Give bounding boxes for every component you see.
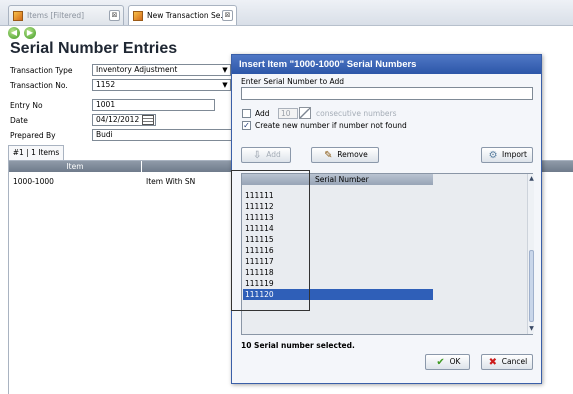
entry-no-label: Entry No (10, 101, 43, 110)
transaction-type-select[interactable]: Inventory Adjustment ▼ (92, 64, 231, 76)
transaction-icon (133, 10, 143, 21)
consecutive-label: consecutive numbers (316, 109, 397, 118)
remove-button-label: Remove (337, 150, 368, 159)
enter-serial-label: Enter Serial Number to Add (241, 77, 345, 86)
cancel-x-icon: ✖ (488, 356, 497, 368)
add-icon: ⇩ (253, 149, 262, 161)
create-new-checkbox[interactable]: ✓ (242, 121, 251, 130)
item-code-cell: 1000-1000 (13, 177, 54, 186)
scrollbar-thumb[interactable] (529, 250, 534, 322)
count-spinner-icon[interactable] (299, 107, 311, 119)
add-button[interactable]: ⇩ Add (241, 147, 291, 163)
serial-number-input[interactable] (241, 87, 533, 100)
dialog-title: Insert Item "1000-1000" Serial Numbers (232, 55, 541, 74)
calendar-icon[interactable] (142, 115, 154, 125)
ok-button-label: OK (449, 357, 461, 366)
list-item[interactable]: 111112 (243, 201, 433, 212)
chevron-down-icon[interactable]: ▼ (220, 80, 230, 90)
tab-new-transaction[interactable]: New Transaction Se... ⊠ (128, 5, 237, 25)
list-item[interactable]: 111118 (243, 267, 433, 278)
close-icon[interactable]: ⊠ (109, 10, 120, 21)
ok-button[interactable]: ✔ OK (425, 354, 470, 370)
list-item[interactable]: 111119 (243, 278, 433, 289)
close-icon[interactable]: ⊠ (222, 10, 233, 21)
prepared-by-field[interactable]: Budi (92, 129, 232, 141)
page-title: Serial Number Entries (10, 40, 178, 57)
tab-items-count[interactable]: #1 | 1 Items (8, 145, 64, 160)
add-button-label: Add (266, 150, 281, 159)
document-tabstrip: Items [Filtered] ⊠ New Transaction Se...… (0, 0, 573, 26)
insert-serial-dialog: Insert Item "1000-1000" Serial Numbers E… (231, 54, 542, 384)
selection-status: 10 Serial number selected. (241, 341, 355, 350)
entry-no-field[interactable]: 1001 (92, 99, 215, 111)
cancel-button-label: Cancel (501, 357, 528, 366)
item-name-cell: Item With SN (146, 177, 196, 186)
tab-items-filtered[interactable]: Items [Filtered] ⊠ (8, 5, 124, 25)
column-header-item[interactable]: Item (9, 161, 142, 172)
remove-icon: ✎ (324, 149, 333, 161)
create-new-label: Create new number if number not found (255, 121, 407, 130)
import-button[interactable]: ⚙ Import (481, 147, 533, 163)
transaction-no-select[interactable]: 1152 ▼ (92, 79, 231, 91)
chevron-down-icon[interactable]: ▼ (220, 65, 230, 75)
list-item[interactable]: 111113 (243, 212, 433, 223)
list-item[interactable]: 111111 (243, 190, 433, 201)
items-icon (13, 10, 23, 21)
prepared-by-label: Prepared By (10, 131, 56, 140)
date-value: 04/12/2012 (96, 115, 140, 124)
transaction-type-label: Transaction Type (10, 66, 73, 75)
scroll-up-icon[interactable]: ▲ (528, 174, 535, 184)
list-scrollbar[interactable]: ▲ ▼ (527, 174, 534, 334)
serial-number-column-header[interactable]: Serial Number (242, 174, 433, 185)
scroll-down-icon[interactable]: ▼ (528, 324, 535, 334)
date-label: Date (10, 116, 28, 125)
date-field[interactable]: 04/12/2012 (92, 114, 156, 126)
list-item[interactable]: 111117 (243, 256, 433, 267)
import-button-label: Import (502, 150, 527, 159)
list-item[interactable]: 111115 (243, 234, 433, 245)
import-icon: ⚙ (488, 149, 498, 161)
transaction-no-label: Transaction No. (10, 81, 68, 90)
tab-label: New Transaction Se... (147, 11, 228, 20)
checkmark-icon: ✔ (436, 356, 445, 368)
remove-button[interactable]: ✎ Remove (311, 147, 379, 163)
consecutive-count-field[interactable]: 10 (278, 108, 298, 119)
add-consecutive-checkbox[interactable] (242, 109, 251, 118)
cancel-button[interactable]: ✖ Cancel (481, 354, 533, 370)
serial-number-list: Serial Number 111111 111112 111113 11111… (241, 173, 534, 335)
nav-bar: ◀ ▶ (0, 27, 573, 39)
transaction-type-value: Inventory Adjustment (96, 65, 178, 74)
list-item[interactable]: 111116 (243, 245, 433, 256)
back-arrow-icon[interactable]: ◀ (8, 27, 20, 39)
list-item[interactable]: 111114 (243, 223, 433, 234)
transaction-no-value: 1152 (96, 80, 116, 89)
forward-arrow-icon[interactable]: ▶ (24, 27, 36, 39)
list-item-selected[interactable]: 111120 (243, 289, 433, 300)
add-checkbox-label: Add (255, 109, 270, 118)
tab-label: Items [Filtered] (27, 11, 85, 20)
